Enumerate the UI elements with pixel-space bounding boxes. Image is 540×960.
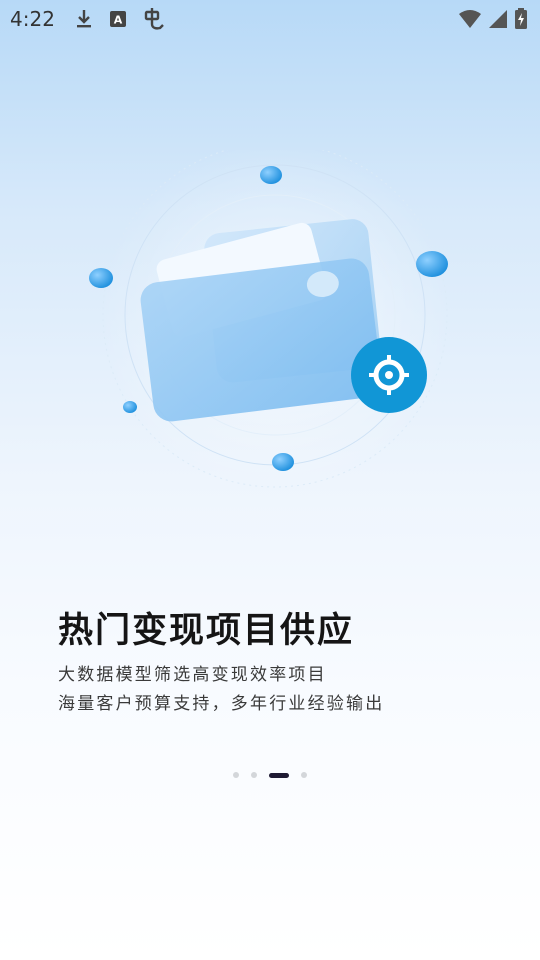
status-system-icons — [458, 8, 528, 30]
page-indicator — [0, 772, 540, 778]
page-dot-4[interactable] — [301, 772, 307, 778]
onboarding-description-line-2: 海量客户预算支持，多年行业经验输出 — [58, 694, 385, 714]
svg-text:A: A — [114, 14, 123, 27]
signal-icon — [488, 9, 508, 29]
status-notification-icons: A — [75, 7, 165, 31]
bug-icon — [143, 7, 165, 31]
onboarding-headline: 热门变现项目供应 — [58, 611, 355, 651]
onboarding-description-line-1: 大数据模型筛选高变现效率项目 — [58, 665, 327, 685]
text-a-icon: A — [109, 10, 127, 28]
battery-icon — [514, 8, 528, 30]
page-dot-3-active[interactable] — [269, 772, 289, 778]
page-dot-1[interactable] — [233, 772, 239, 778]
download-icon — [75, 9, 93, 29]
wifi-icon — [458, 9, 482, 29]
wallet-illustration — [60, 140, 480, 490]
page-dot-2[interactable] — [251, 772, 257, 778]
status-bar: 4:22 A — [0, 0, 540, 38]
status-time: 4:22 — [10, 7, 55, 31]
